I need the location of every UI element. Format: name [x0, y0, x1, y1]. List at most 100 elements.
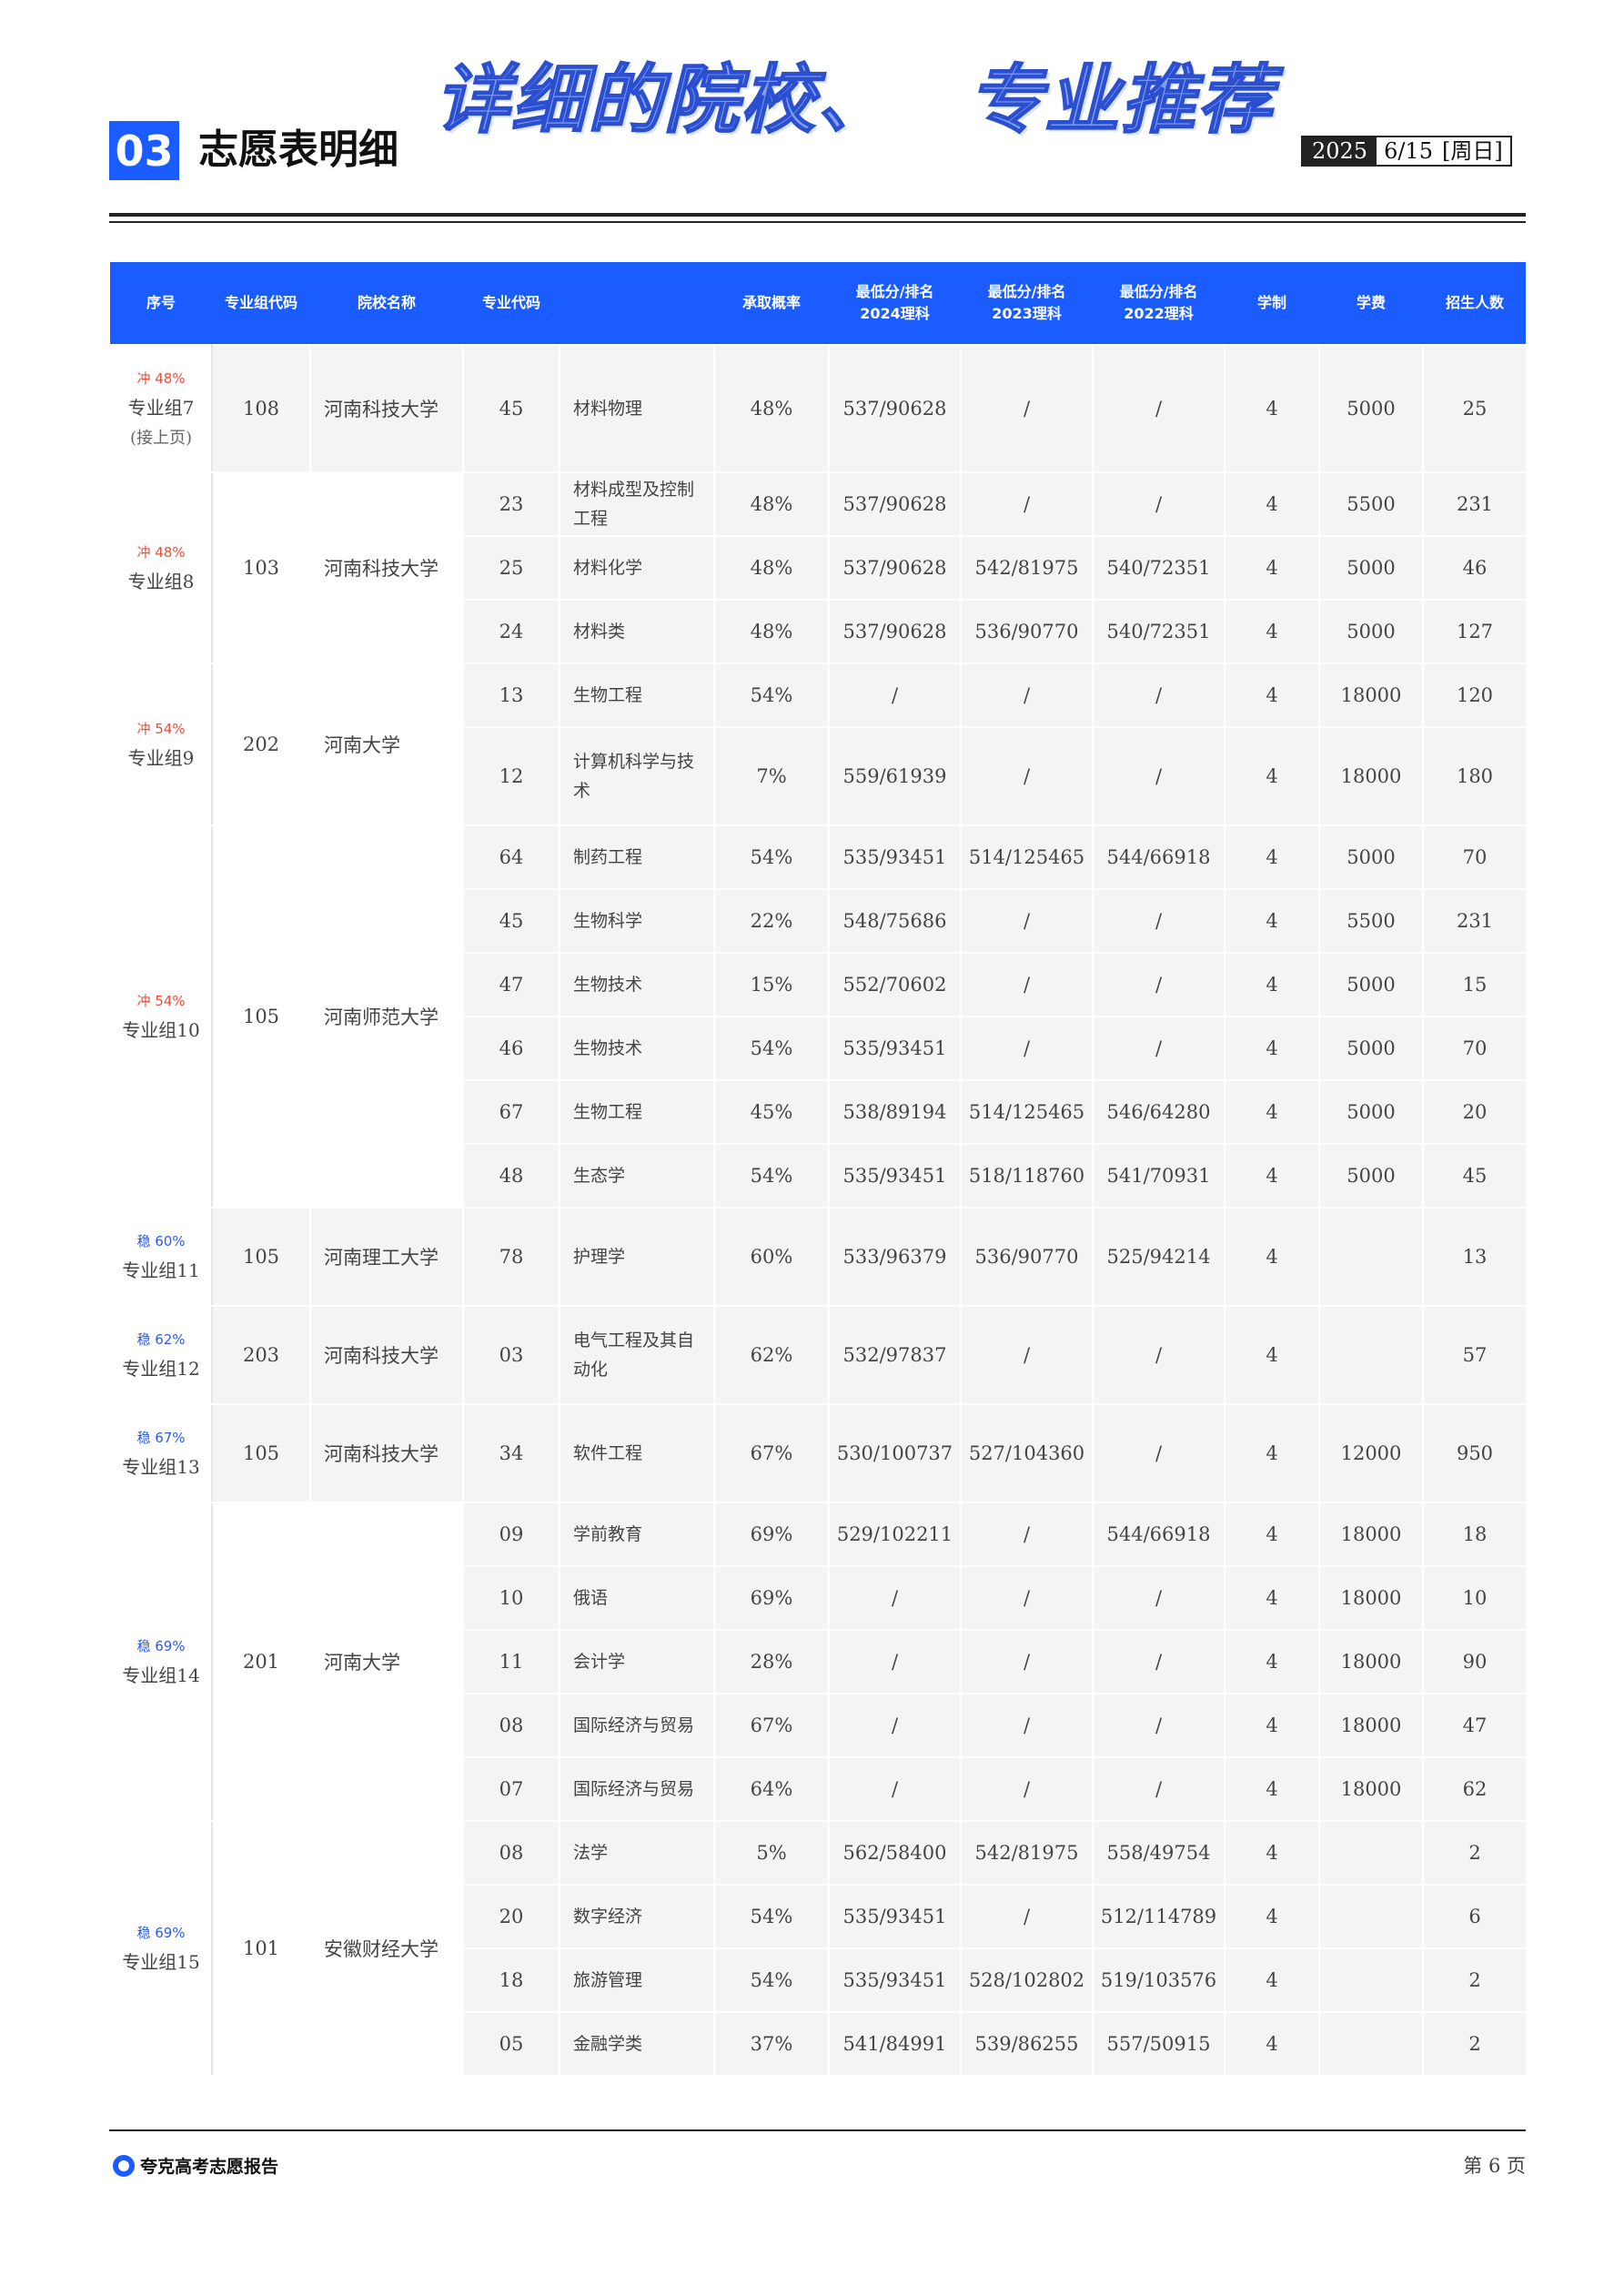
score-2024-cell: 537/90628: [828, 599, 962, 664]
probability-cell: 48%: [713, 599, 830, 664]
probability-tag: 冲 48%: [136, 370, 186, 387]
table-row: 冲 54% 专业组10 105 河南师范大学 64 制药工程 54% 535/93451 514…: [109, 824, 1526, 1209]
probability-cell: 54%: [713, 663, 830, 728]
th-score-2023-l2: 2023理科: [992, 305, 1062, 322]
footer-brand: 夸克高考志愿报告: [113, 2153, 278, 2178]
group-note: (接上页): [129, 429, 193, 448]
quota-cell: 13: [1422, 1207, 1526, 1307]
years-cell: 4: [1224, 952, 1320, 1017]
th-score-2024-l1: 最低分/排名: [855, 283, 934, 300]
probability-cell: 45%: [713, 1079, 830, 1145]
major-code-cell: 12: [462, 726, 560, 826]
score-2024-cell: 532/97837: [828, 1305, 962, 1405]
fee-cell: 5000: [1318, 952, 1424, 1017]
score-2024-cell: 529/102211: [828, 1502, 962, 1567]
section-number: 03: [109, 121, 179, 180]
group-seq-cell: 稳 60% 专业组11: [109, 1207, 213, 1307]
school-name-cell: 河南大学: [309, 1502, 464, 1822]
score-2022-cell: 544/66918: [1092, 824, 1226, 890]
probability-tag: 稳 60%: [136, 1233, 186, 1249]
years-cell: 4: [1224, 1884, 1320, 1949]
score-2022-cell: /: [1092, 888, 1226, 954]
table-row: 稳 62% 专业组12 203 河南科技大学 03 电气工程及其自动化 62% 532/978…: [109, 1305, 1526, 1405]
major-name-cell: 材料物理: [559, 344, 715, 473]
th-score-2024-l2: 2024理科: [860, 305, 930, 322]
volunteer-table-wrap: 序号 专业组代码 院校名称 专业代码 承取概率 最低分/排名 2024理科 最低…: [109, 262, 1526, 2091]
score-2022-cell: 541/70931: [1092, 1143, 1226, 1209]
score-2024-cell: 541/84991: [828, 2011, 962, 2077]
th-probability: 承取概率: [714, 262, 829, 345]
score-2022-cell: 557/50915: [1092, 2011, 1226, 2077]
major-code-cell: 45: [462, 888, 560, 954]
probability-cell: 69%: [713, 1502, 830, 1567]
score-2023-cell: 514/125465: [960, 824, 1094, 890]
major-name-cell: 生物科学: [559, 888, 715, 954]
score-2023-cell: 536/90770: [960, 1207, 1094, 1307]
years-cell: 4: [1224, 1305, 1320, 1405]
probability-cell: 64%: [713, 1756, 830, 1822]
group-code-cell: 201: [211, 1502, 311, 1822]
quota-cell: 2: [1422, 1947, 1526, 2013]
probability-cell: 67%: [713, 1403, 830, 1503]
th-group-code: 专业组代码: [212, 262, 310, 345]
major-name-cell: 数字经济: [559, 1884, 715, 1949]
fee-cell: [1318, 1947, 1424, 2013]
fee-cell: 18000: [1318, 726, 1424, 826]
score-2024-cell: 533/96379: [828, 1207, 962, 1307]
major-code-cell: 13: [462, 663, 560, 728]
years-cell: 4: [1224, 599, 1320, 664]
quota-cell: 20: [1422, 1079, 1526, 1145]
major-code-cell: 08: [462, 1693, 560, 1758]
table-header-row: 序号 专业组代码 院校名称 专业代码 承取概率 最低分/排名 2024理科 最低…: [110, 262, 1526, 345]
th-major-code: 专业代码: [463, 262, 560, 345]
th-school: 院校名称: [310, 262, 463, 345]
score-2023-cell: 539/86255: [960, 2011, 1094, 2077]
major-name-cell: 制药工程: [559, 824, 715, 890]
probability-cell: 37%: [713, 2011, 830, 2077]
probability-tag: 稳 62%: [136, 1331, 186, 1348]
th-fee: 学费: [1319, 262, 1423, 345]
probability-tag: 稳 69%: [136, 1925, 186, 1941]
years-cell: 4: [1224, 888, 1320, 954]
probability-cell: 54%: [713, 1947, 830, 2013]
score-2024-cell: 537/90628: [828, 535, 962, 601]
major-name-cell: 法学: [559, 1820, 715, 1886]
score-2022-cell: /: [1092, 1565, 1226, 1631]
header-rule-thick: [109, 213, 1526, 217]
score-2023-cell: /: [960, 1502, 1094, 1567]
group-code-cell: 105: [211, 1403, 311, 1503]
score-2022-cell: /: [1092, 726, 1226, 826]
major-name-cell: 生态学: [559, 1143, 715, 1209]
score-2022-cell: 558/49754: [1092, 1820, 1226, 1886]
fee-cell: 12000: [1318, 1403, 1424, 1503]
score-2024-cell: /: [828, 1565, 962, 1631]
score-2023-cell: /: [960, 1305, 1094, 1405]
fee-cell: 18000: [1318, 1693, 1424, 1758]
fee-cell: 5000: [1318, 1143, 1424, 1209]
major-code-cell: 64: [462, 824, 560, 890]
score-2023-cell: /: [960, 1884, 1094, 1949]
quota-cell: 57: [1422, 1305, 1526, 1405]
years-cell: 4: [1224, 1403, 1320, 1503]
quota-cell: 231: [1422, 888, 1526, 954]
quota-cell: 18: [1422, 1502, 1526, 1567]
probability-cell: 60%: [713, 1207, 830, 1307]
score-2022-cell: 546/64280: [1092, 1079, 1226, 1145]
years-cell: 4: [1224, 1079, 1320, 1145]
score-2024-cell: 537/90628: [828, 344, 962, 473]
group-seq-cell: 冲 54% 专业组9: [109, 663, 213, 826]
major-name-cell: 国际经济与贸易: [559, 1756, 715, 1822]
probability-tag: 冲 54%: [136, 721, 186, 737]
years-cell: 4: [1224, 471, 1320, 537]
group-code-cell: 105: [211, 824, 311, 1209]
major-name-cell: 生物工程: [559, 1079, 715, 1145]
major-code-cell: 03: [462, 1305, 560, 1405]
quota-cell: 231: [1422, 471, 1526, 537]
volunteer-table: 序号 专业组代码 院校名称 专业代码 承取概率 最低分/排名 2024理科 最低…: [109, 262, 1526, 2077]
years-cell: 4: [1224, 1629, 1320, 1694]
page-number: 第 6 页: [1463, 2155, 1526, 2177]
score-2022-cell: /: [1092, 344, 1226, 473]
major-name-cell: 学前教育: [559, 1502, 715, 1567]
quota-cell: 180: [1422, 726, 1526, 826]
group-label: 专业组13: [122, 1456, 200, 1478]
